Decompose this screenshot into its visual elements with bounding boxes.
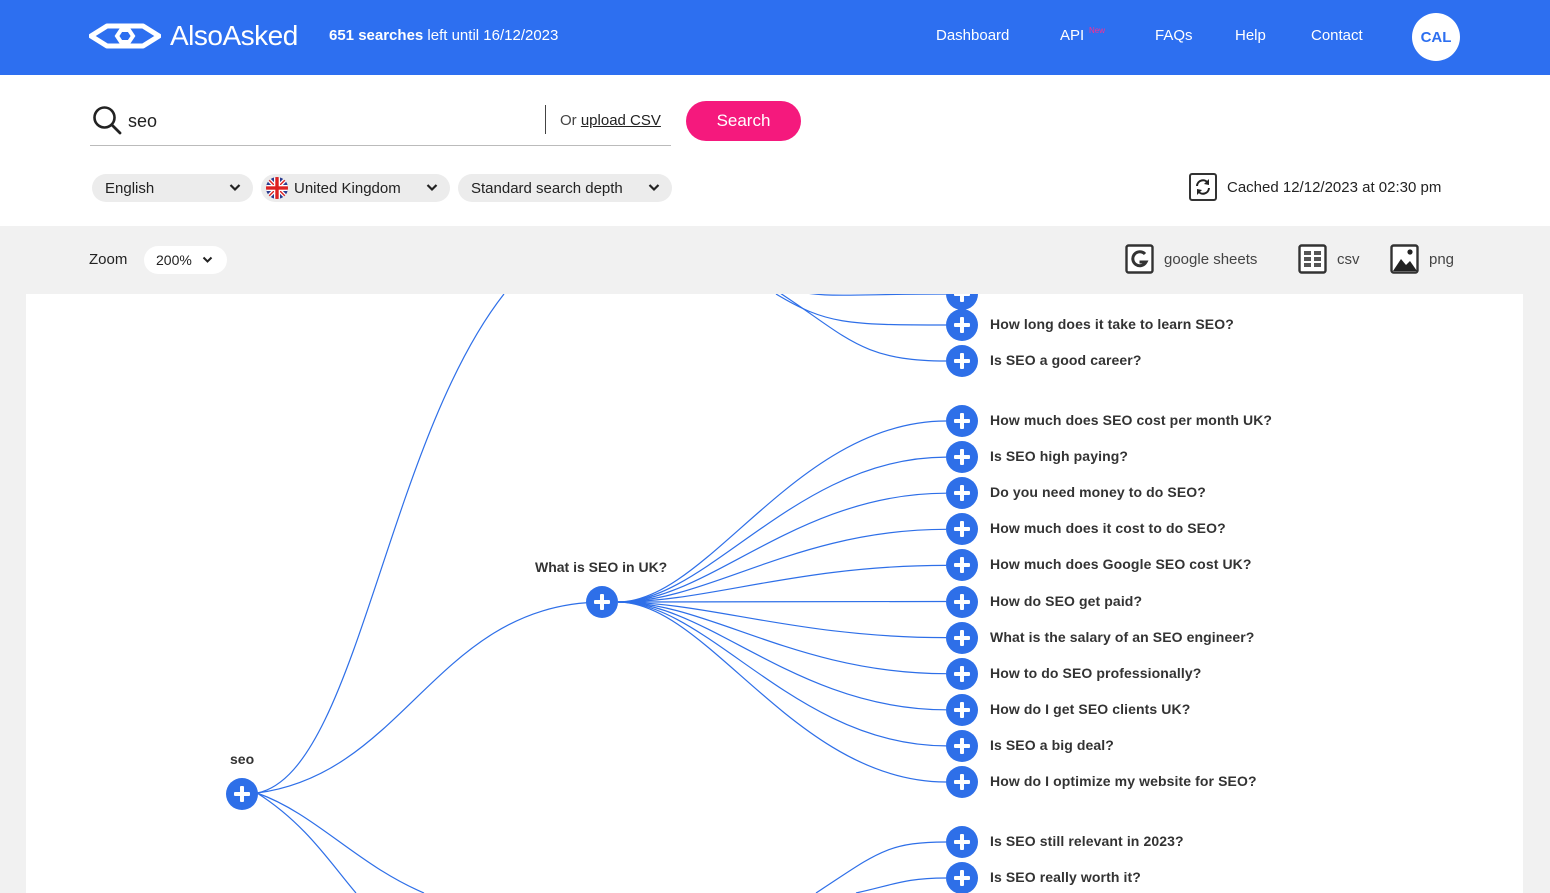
- question-expand-button[interactable]: [946, 658, 978, 690]
- search-input[interactable]: [128, 108, 528, 134]
- connector-root-upper: [256, 294, 505, 794]
- api-new-badge: New: [1089, 26, 1106, 35]
- language-value: English: [105, 179, 155, 197]
- refresh-icon: [1196, 179, 1210, 195]
- question-expand-button[interactable]: [946, 309, 978, 341]
- logo-mark-icon: [89, 23, 161, 49]
- question-label: Is SEO a good career?: [990, 352, 1142, 368]
- question-label: How to do SEO professionally?: [990, 665, 1202, 681]
- root-expand-button[interactable]: [226, 778, 258, 810]
- nav-help[interactable]: Help: [1235, 27, 1266, 44]
- question-expand-button[interactable]: [946, 441, 978, 473]
- question-label: How much does it cost to do SEO?: [990, 520, 1226, 536]
- connector-root-lower-1: [256, 792, 425, 893]
- search-depth-select[interactable]: Standard search depth: [458, 174, 672, 202]
- search-icon: [93, 106, 122, 135]
- chevron-down-icon: [426, 184, 438, 192]
- question-expand-button[interactable]: [946, 477, 978, 509]
- question-label: How long does it take to learn SEO?: [990, 316, 1234, 332]
- question-expand-button[interactable]: [946, 513, 978, 545]
- nav-api[interactable]: API: [1060, 27, 1084, 44]
- chevron-down-icon: [648, 184, 660, 192]
- export-png-button[interactable]: png: [1390, 244, 1454, 274]
- question-expand-button[interactable]: [946, 694, 978, 726]
- question-label: How do I optimize my website for SEO?: [990, 773, 1257, 789]
- connector-lower-1: [855, 877, 947, 893]
- question-label: Is SEO still relevant in 2023?: [990, 833, 1184, 849]
- question-expand-button[interactable]: [946, 826, 978, 858]
- search-divider: [545, 105, 546, 134]
- search-panel: Or upload CSV Search English United King…: [0, 75, 1550, 226]
- question-expand-button[interactable]: [946, 622, 978, 654]
- quota-expiry: left until 16/12/2023: [423, 27, 559, 44]
- search-depth-value: Standard search depth: [471, 179, 623, 197]
- root-node-label: seo: [230, 751, 255, 767]
- question-label: Is SEO high paying?: [990, 448, 1129, 464]
- connector-branch-question: [617, 601, 947, 783]
- nav-contact[interactable]: Contact: [1311, 27, 1363, 44]
- chevron-down-icon: [202, 256, 213, 263]
- question-label: How much does Google SEO cost UK?: [990, 556, 1252, 572]
- zoom-select[interactable]: 200%: [144, 246, 227, 274]
- cache-status: Cached 12/12/2023 at 02:30 pm: [1189, 173, 1441, 201]
- question-label: Is SEO really worth it?: [990, 869, 1141, 885]
- question-label: How much does SEO cost per month UK?: [990, 412, 1273, 428]
- question-label: Is SEO a big deal?: [990, 737, 1114, 753]
- question-label: How do SEO get paid?: [990, 593, 1143, 609]
- upload-csv-label: Or upload CSV: [560, 112, 661, 129]
- branch-expand-button[interactable]: [586, 586, 618, 618]
- connector-upper-2: [808, 294, 947, 296]
- question-expand-button[interactable]: [946, 862, 978, 893]
- google-sheets-icon: [1125, 244, 1154, 274]
- question-tree-canvas[interactable]: seo What is SEO in UK? How long does it …: [26, 294, 1523, 893]
- branch-node-label: What is SEO in UK?: [535, 559, 668, 575]
- connector-branch-question: [617, 600, 947, 603]
- uk-flag-icon: [266, 177, 288, 199]
- region-value: United Kingdom: [294, 179, 401, 197]
- question-expand-button[interactable]: [946, 549, 978, 581]
- export-csv-button[interactable]: csv: [1298, 244, 1360, 274]
- search-box: Or upload CSV: [90, 102, 671, 146]
- search-quota: 651 searches left until 16/12/2023: [329, 27, 558, 44]
- upload-csv-link[interactable]: upload CSV: [581, 112, 661, 129]
- connector-lower-0: [815, 841, 947, 893]
- brand-name: AlsoAsked: [170, 20, 298, 51]
- region-select[interactable]: United Kingdom: [261, 174, 450, 202]
- top-navigation-bar: AlsoAsked 651 searches left until 16/12/…: [0, 0, 1550, 75]
- question-expand-button[interactable]: [946, 730, 978, 762]
- nav-faqs[interactable]: FAQs: [1155, 27, 1193, 44]
- refresh-button[interactable]: [1189, 173, 1217, 201]
- connector-branch-question: [617, 601, 947, 639]
- connector-root-branch: [256, 601, 603, 794]
- question-expand-button[interactable]: [946, 405, 978, 437]
- export-csv-label: csv: [1337, 250, 1360, 268]
- question-label: Do you need money to do SEO?: [990, 484, 1206, 500]
- question-expand-button[interactable]: [946, 345, 978, 377]
- export-google-sheets-label: google sheets: [1164, 250, 1258, 268]
- connector-upper-0: [775, 294, 947, 326]
- image-icon: [1390, 244, 1419, 274]
- export-google-sheets-button[interactable]: google sheets: [1125, 244, 1257, 274]
- alsoasked-logo[interactable]: AlsoAsked: [89, 19, 298, 53]
- search-button[interactable]: Search: [686, 101, 801, 141]
- nav-dashboard[interactable]: Dashboard: [936, 27, 1009, 44]
- zoom-value: 200%: [156, 252, 192, 268]
- cached-text: Cached 12/12/2023 at 02:30 pm: [1227, 178, 1442, 196]
- or-text: Or: [560, 112, 581, 129]
- language-select[interactable]: English: [92, 174, 253, 202]
- user-avatar[interactable]: CAL: [1412, 13, 1460, 61]
- zoom-label: Zoom: [89, 251, 128, 268]
- chevron-down-icon: [229, 184, 241, 192]
- quota-count: 651 searches: [329, 27, 424, 44]
- question-label: How do I get SEO clients UK?: [990, 701, 1191, 717]
- question-expand-button[interactable]: [946, 586, 978, 618]
- question-expand-button[interactable]: [946, 766, 978, 798]
- connector-branch-question: [617, 601, 947, 675]
- question-label: What is the salary of an SEO engineer?: [990, 629, 1255, 645]
- export-png-label: png: [1429, 250, 1455, 268]
- csv-icon: [1298, 244, 1327, 274]
